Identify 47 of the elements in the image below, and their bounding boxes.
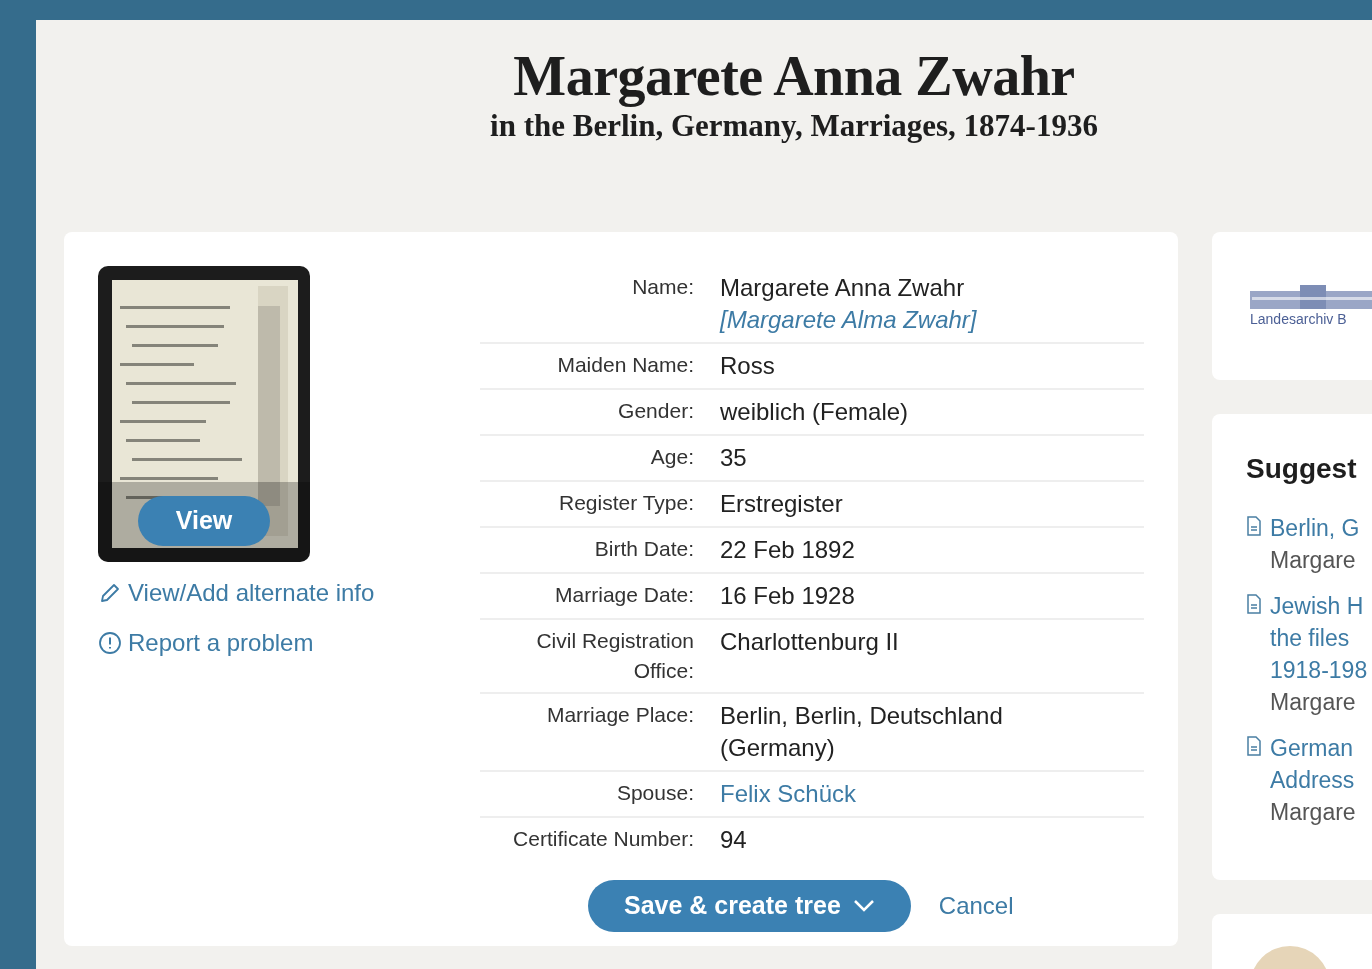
- field-value: weiblich (Female): [720, 397, 910, 427]
- alert-icon: [98, 631, 122, 655]
- suggested-record-link[interactable]: 1918-198: [1270, 654, 1368, 686]
- suggested-record-name: Margare: [1270, 688, 1356, 717]
- field-label: Spouse:: [616, 781, 694, 804]
- suggested-heading: Suggest: [1246, 452, 1358, 486]
- report-problem-link[interactable]: Report a problem: [98, 628, 314, 658]
- document-icon: [1246, 736, 1262, 756]
- save-tree-button[interactable]: Save & create tree: [588, 880, 911, 932]
- pencil-icon: [98, 581, 122, 605]
- suggested-record-link[interactable]: Berlin, G: [1270, 512, 1360, 544]
- suggested-record-link[interactable]: Address: [1270, 764, 1355, 796]
- document-icon: [1246, 516, 1262, 536]
- alternate-info-link[interactable]: View/Add alternate info: [98, 578, 375, 608]
- field-label: Marriage Date:: [555, 583, 694, 606]
- archive-logo: Landesarchiv B: [1250, 285, 1372, 327]
- field-label: Maiden Name:: [557, 353, 694, 376]
- chevron-down-icon: [852, 899, 875, 913]
- field-label: Register Type:: [559, 491, 694, 514]
- alternate-name-link[interactable]: [Margarete Alma Zwahr]: [720, 304, 977, 336]
- field-label: Marriage Place:: [546, 703, 694, 726]
- view-button[interactable]: View: [138, 496, 270, 546]
- field-label: Age:: [650, 445, 694, 468]
- document-icon: [1246, 594, 1262, 614]
- field-value: 94: [720, 825, 748, 855]
- page-title: Margarete Anna Zwahr: [513, 44, 1075, 108]
- suggested-record-name: Margare: [1270, 546, 1356, 575]
- field-value: Erstregister: [720, 489, 844, 519]
- spouse-link[interactable]: Felix Schück: [720, 778, 857, 810]
- suggested-record-link[interactable]: Jewish H: [1270, 590, 1364, 622]
- suggested-record-link[interactable]: the files: [1270, 622, 1350, 654]
- field-label: Civil Registration Office:: [536, 629, 694, 682]
- field-label: Birth Date:: [594, 537, 694, 560]
- collection-subtitle: in the Berlin, Germany, Marriages, 1874-1936: [490, 108, 1098, 144]
- field-value: Berlin, Berlin, Deutschland (Germany): [720, 701, 1004, 763]
- field-value: Ross: [720, 351, 776, 381]
- suggested-record-name: Margare: [1270, 798, 1356, 827]
- field-value: 22 Feb 1892: [720, 535, 856, 565]
- cancel-link[interactable]: Cancel: [938, 888, 1014, 924]
- field-value: 35: [720, 443, 748, 473]
- field-value: Margarete Anna Zwahr: [720, 273, 966, 303]
- field-label: Certificate Number:: [513, 827, 694, 850]
- field-value: 16 Feb 1928: [720, 581, 856, 611]
- field-label: Gender:: [618, 399, 694, 422]
- suggested-record-link[interactable]: German: [1270, 732, 1354, 764]
- field-value: Charlottenburg II: [720, 627, 900, 657]
- field-label: Name:: [632, 275, 694, 298]
